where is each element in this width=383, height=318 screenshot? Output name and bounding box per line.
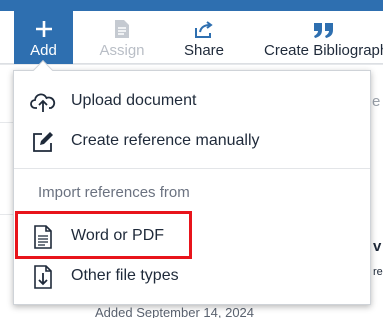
toolbar: Add Assign Share Create Bibliograph [0,11,383,64]
divider [0,64,383,65]
share-button[interactable]: Share [180,11,228,64]
create-bibliography-label: Create Bibliograph [264,42,383,59]
app-window: Add Assign Share Create Bibliograph e v … [0,0,383,318]
share-button-label: Share [183,42,225,59]
add-button[interactable]: Add [14,11,73,64]
divider [0,122,13,123]
cloud-upload-icon [30,89,56,115]
top-accent-bar [0,0,383,11]
background-text-fragment: e [372,93,381,110]
menu-item-label: Other file types [71,267,179,284]
highlight-box [15,211,192,259]
background-text-fragment: re [373,266,383,278]
share-icon [194,11,214,39]
add-button-label: Add [30,42,57,59]
menu-item-other-file-types[interactable]: Other file types [14,256,370,296]
menu-item-label: Create reference manually [71,132,260,149]
assign-button[interactable]: Assign [97,11,147,64]
menu-item-upload-document[interactable]: Upload document [14,81,370,121]
import-section-heading: Import references from [38,184,190,201]
background-text-fragment: v [373,238,382,255]
divider [0,214,13,215]
assign-button-label: Assign [99,42,145,59]
file-download-icon [30,264,56,290]
menu-item-create-reference-manually[interactable]: Create reference manually [14,121,370,161]
create-bibliography-button[interactable]: Create Bibliograph [264,11,383,64]
menu-divider [14,168,370,169]
edit-document-icon [30,129,56,155]
menu-item-label: Upload document [71,92,197,109]
background-added-date: Added September 14, 2024 [95,305,255,318]
plus-icon [34,11,54,39]
quote-icon [264,11,383,39]
document-icon [114,11,130,39]
add-dropdown-menu: Upload document Create reference manuall… [13,70,371,305]
